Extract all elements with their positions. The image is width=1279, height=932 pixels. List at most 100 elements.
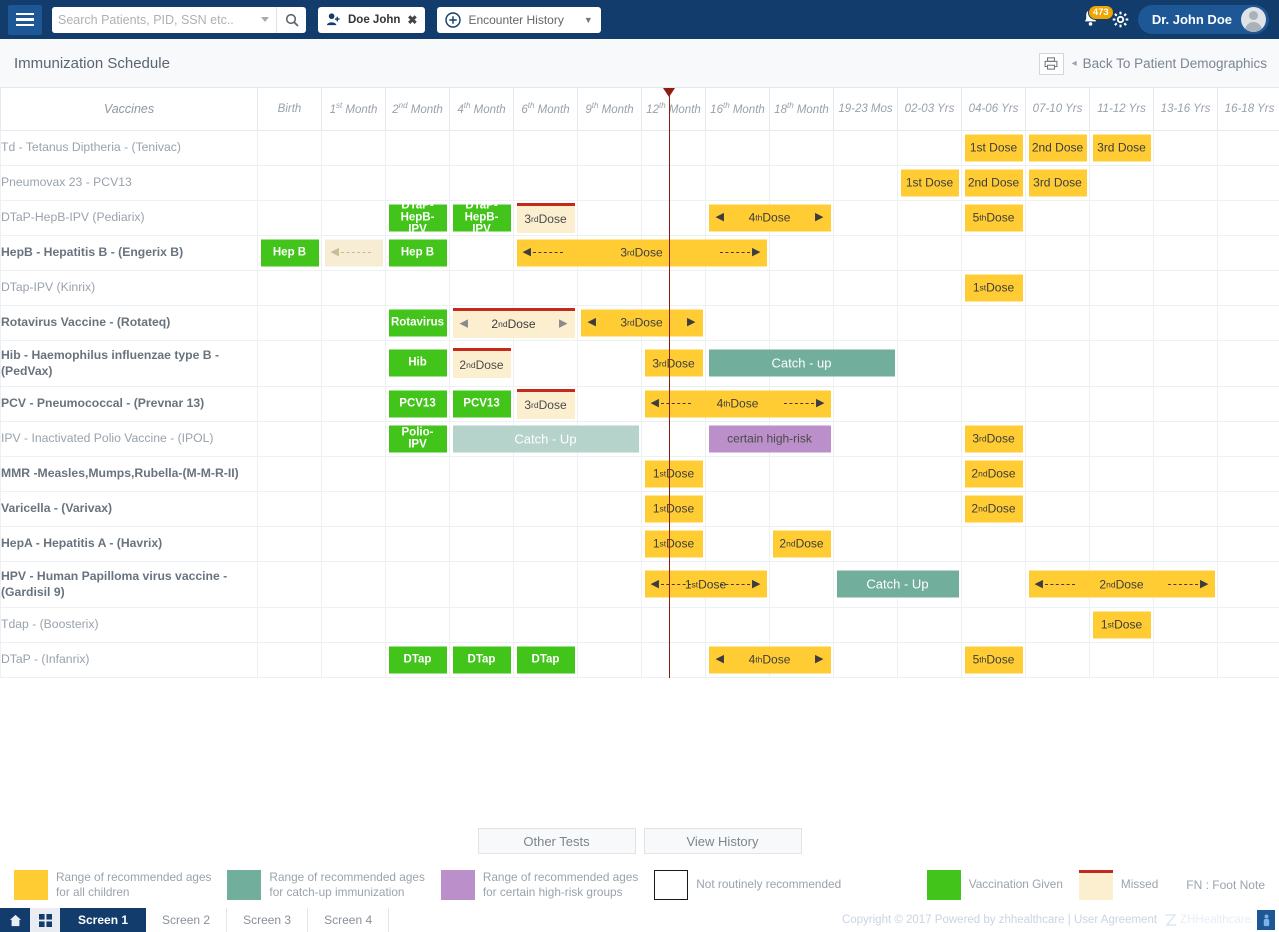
schedule-cell[interactable]: [706, 456, 770, 491]
patient-search-box[interactable]: [52, 7, 306, 33]
schedule-cell[interactable]: [514, 165, 578, 200]
recommended-dashed-range-chip[interactable]: ◀2nd Dose▶: [1029, 571, 1215, 598]
recommended-dose-chip[interactable]: 5th Dose: [965, 204, 1023, 231]
schedule-cell[interactable]: [706, 305, 770, 340]
schedule-cell[interactable]: [450, 526, 514, 561]
schedule-cell[interactable]: [258, 491, 322, 526]
schedule-cell[interactable]: [450, 165, 514, 200]
recommended-dose-chip[interactable]: 2nd Dose: [965, 460, 1023, 487]
schedule-cell[interactable]: [1026, 526, 1090, 561]
schedule-cell[interactable]: [962, 305, 1026, 340]
schedule-cell[interactable]: [322, 340, 386, 386]
schedule-cell[interactable]: [386, 491, 450, 526]
schedule-cell[interactable]: [770, 456, 834, 491]
schedule-cell[interactable]: [962, 340, 1026, 386]
schedule-cell[interactable]: [770, 235, 834, 270]
schedule-cell[interactable]: [1218, 235, 1279, 270]
user-menu-chip[interactable]: Dr. John Doe: [1138, 5, 1269, 34]
grid-icon[interactable]: [30, 908, 60, 932]
schedule-cell[interactable]: [322, 526, 386, 561]
schedule-cell[interactable]: [322, 421, 386, 456]
schedule-cell[interactable]: [898, 130, 962, 165]
screen-tab-2[interactable]: Screen 2: [146, 908, 227, 932]
schedule-cell[interactable]: [898, 526, 962, 561]
hamburger-menu-icon[interactable]: [8, 5, 42, 35]
recommended-dashed-range-chip[interactable]: ◀3rd Dose▶: [517, 239, 767, 266]
schedule-cell[interactable]: [1154, 235, 1218, 270]
schedule-cell[interactable]: [1154, 340, 1218, 386]
schedule-cell[interactable]: [1218, 270, 1279, 305]
schedule-cell[interactable]: [642, 200, 706, 235]
schedule-cell[interactable]: [834, 607, 898, 642]
recommended-dose-chip[interactable]: 3rd Dose: [965, 425, 1023, 452]
recommended-dose-chip[interactable]: 2nd Dose: [1029, 134, 1087, 161]
search-input[interactable]: [52, 7, 261, 33]
schedule-cell[interactable]: [258, 456, 322, 491]
schedule-cell[interactable]: [1026, 305, 1090, 340]
schedule-cell[interactable]: [450, 561, 514, 607]
schedule-cell[interactable]: [1218, 305, 1279, 340]
schedule-cell[interactable]: [834, 642, 898, 677]
schedule-cell[interactable]: [1090, 305, 1154, 340]
schedule-cell[interactable]: [322, 607, 386, 642]
schedule-cell[interactable]: [898, 642, 962, 677]
schedule-cell[interactable]: [642, 421, 706, 456]
schedule-cell[interactable]: [1090, 270, 1154, 305]
schedule-cell[interactable]: [770, 561, 834, 607]
schedule-cell[interactable]: [1154, 607, 1218, 642]
recommended-dose-chip[interactable]: 1st Dose: [645, 530, 703, 557]
schedule-cell[interactable]: [1154, 526, 1218, 561]
schedule-cell[interactable]: [1154, 305, 1218, 340]
schedule-cell[interactable]: [642, 607, 706, 642]
schedule-cell[interactable]: [578, 165, 642, 200]
recommended-dashed-range-chip[interactable]: ◀4th Dose▶: [645, 390, 831, 417]
schedule-cell[interactable]: [898, 200, 962, 235]
schedule-cell[interactable]: [898, 305, 962, 340]
schedule-cell[interactable]: [898, 340, 962, 386]
schedule-cell[interactable]: [1218, 421, 1279, 456]
schedule-cell[interactable]: [1218, 386, 1279, 421]
schedule-cell[interactable]: [514, 607, 578, 642]
schedule-cell[interactable]: [514, 270, 578, 305]
continuation-range-chip[interactable]: ◀: [325, 239, 383, 266]
schedule-cell[interactable]: [770, 130, 834, 165]
schedule-cell[interactable]: [578, 200, 642, 235]
schedule-cell[interactable]: [322, 456, 386, 491]
vaccination-given-chip[interactable]: DTap: [453, 646, 511, 673]
missed-dose-chip[interactable]: 2nd Dose: [453, 348, 511, 378]
screen-tab-4[interactable]: Screen 4: [308, 908, 389, 932]
schedule-cell[interactable]: [770, 305, 834, 340]
schedule-cell[interactable]: [1026, 421, 1090, 456]
schedule-cell[interactable]: [1090, 456, 1154, 491]
schedule-cell[interactable]: [1154, 491, 1218, 526]
schedule-cell[interactable]: [1154, 200, 1218, 235]
schedule-cell[interactable]: [322, 165, 386, 200]
schedule-cell[interactable]: [258, 386, 322, 421]
schedule-cell[interactable]: [1090, 421, 1154, 456]
schedule-cell[interactable]: [962, 386, 1026, 421]
vaccination-given-chip[interactable]: Polio-IPV: [389, 425, 447, 452]
schedule-cell[interactable]: [1090, 491, 1154, 526]
schedule-cell[interactable]: [322, 200, 386, 235]
schedule-cell[interactable]: [514, 526, 578, 561]
schedule-cell[interactable]: [386, 165, 450, 200]
schedule-cell[interactable]: [258, 270, 322, 305]
schedule-cell[interactable]: [386, 130, 450, 165]
recommended-dashed-range-chip[interactable]: ◀1st Dose▶: [645, 571, 767, 598]
close-icon[interactable]: ✖: [407, 13, 417, 27]
schedule-cell[interactable]: [1026, 235, 1090, 270]
schedule-cell[interactable]: [770, 270, 834, 305]
back-to-demographics-link[interactable]: ◂ Back To Patient Demographics: [1072, 56, 1267, 71]
schedule-cell[interactable]: [1090, 642, 1154, 677]
missed-dose-chip[interactable]: 3rd Dose: [517, 203, 575, 233]
schedule-cell[interactable]: [770, 607, 834, 642]
schedule-cell[interactable]: [834, 305, 898, 340]
notifications-bell[interactable]: 473: [1081, 8, 1103, 32]
schedule-cell[interactable]: [1090, 200, 1154, 235]
schedule-cell[interactable]: [450, 456, 514, 491]
schedule-cell[interactable]: [1026, 270, 1090, 305]
schedule-cell[interactable]: [450, 130, 514, 165]
schedule-cell[interactable]: [706, 607, 770, 642]
recommended-range-chip[interactable]: ◀4th Dose▶: [709, 204, 831, 231]
schedule-cell[interactable]: [514, 340, 578, 386]
